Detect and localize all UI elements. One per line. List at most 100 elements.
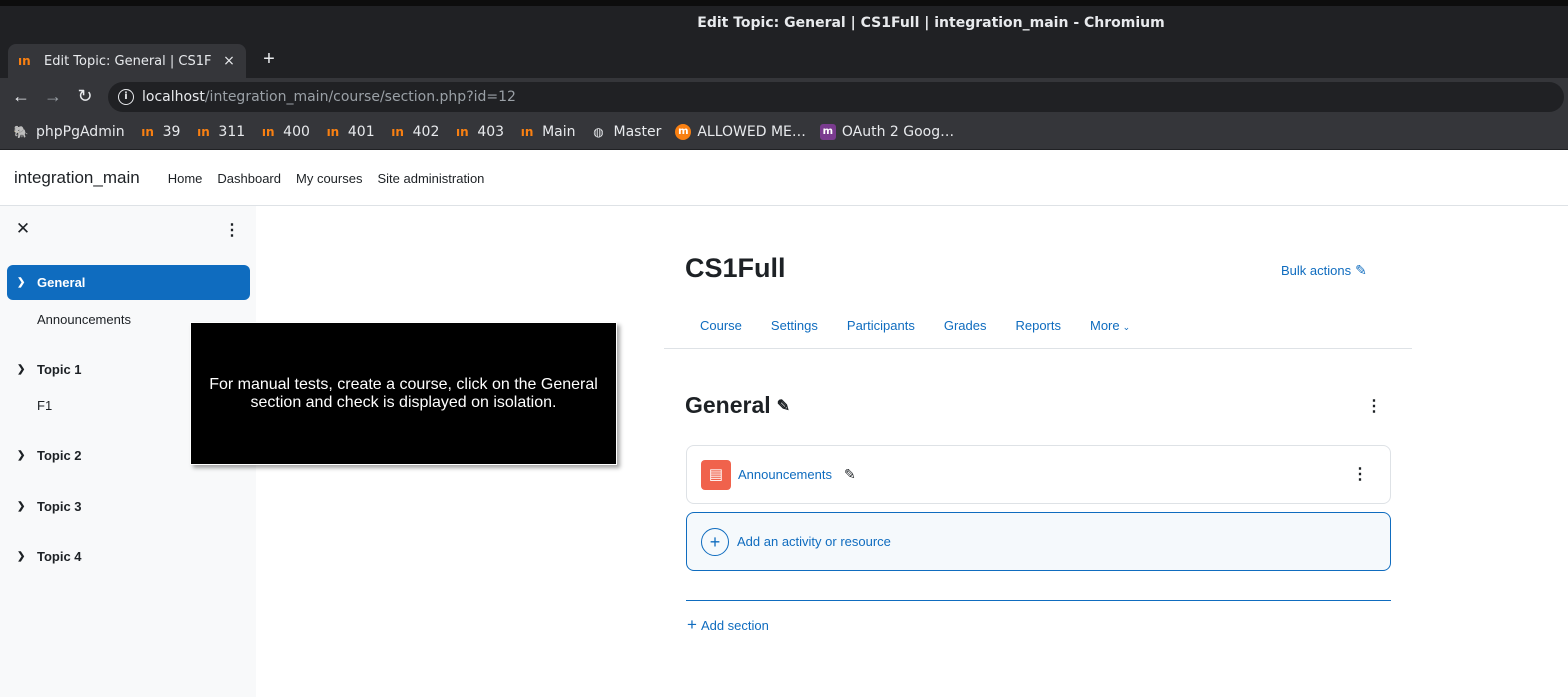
browser-toolbar: ← → ↻ i localhost/integration_main/cours… <box>0 78 1568 115</box>
kebab-menu-icon[interactable]: ⋮ <box>1366 396 1382 416</box>
moodle-icon: ın <box>456 125 469 139</box>
course-index-item-f1[interactable]: F1 <box>37 398 52 413</box>
site-name[interactable]: integration_main <box>14 168 140 188</box>
chevron-down-icon[interactable]: ❯ <box>17 501 27 512</box>
bookmark-402[interactable]: ın 402 <box>389 124 440 140</box>
globe-icon: ◍ <box>593 125 604 139</box>
forum-icon: ▤ <box>701 459 731 490</box>
bookmark-phppgadmin[interactable]: 🐘 phpPgAdmin <box>12 124 125 140</box>
section-label: Topic 1 <box>37 362 82 377</box>
tab-grades[interactable]: Grades <box>944 318 987 333</box>
section-label: Topic 2 <box>37 448 82 463</box>
add-section-label: Add section <box>700 617 769 633</box>
moodle-icon: ın <box>18 54 31 68</box>
nav-site-administration[interactable]: Site administration <box>377 171 484 186</box>
course-index-section-topic-3[interactable]: ❯ Topic 3 <box>7 489 250 524</box>
nav-dashboard[interactable]: Dashboard <box>217 171 281 186</box>
tab-strip: ın Edit Topic: General | CS1F × + <box>0 42 1568 78</box>
bookmark-label: 401 <box>347 124 375 140</box>
plus-icon: + <box>687 615 697 634</box>
bookmark-main[interactable]: ın Main <box>518 124 576 140</box>
pencil-icon[interactable]: ✎ <box>844 466 856 483</box>
bookmark-oauth[interactable]: m OAuth 2 Goog… <box>819 124 955 140</box>
bookmark-311[interactable]: ın 311 <box>194 124 245 140</box>
close-icon[interactable]: ✕ <box>14 220 32 238</box>
moodle-icon: ın <box>326 125 340 139</box>
moodle-icon: ın <box>141 125 154 139</box>
nav-home[interactable]: Home <box>168 171 203 186</box>
section-label: Topic 3 <box>37 499 82 514</box>
tab-settings[interactable]: Settings <box>771 318 818 333</box>
bookmark-label: 39 <box>162 124 181 140</box>
bookmark-401[interactable]: ın 401 <box>324 124 375 140</box>
add-section-button[interactable]: + Add section <box>687 615 769 635</box>
section-divider <box>686 600 1391 601</box>
activity-item: ▤ Announcements ✎ ⋮ <box>686 445 1391 504</box>
moodle-icon: ın <box>197 125 210 139</box>
pencil-icon[interactable]: ✎ <box>777 396 790 416</box>
section-title: General ✎ <box>685 392 790 419</box>
activity-name[interactable]: Announcements <box>738 467 832 482</box>
chevron-down-icon[interactable]: ❯ <box>17 364 27 375</box>
moodle-icon: ın <box>261 125 275 139</box>
section-title-text: General <box>685 392 771 418</box>
tab-title: Edit Topic: General | CS1F <box>44 53 212 69</box>
bookmark-label: 311 <box>218 124 246 140</box>
bookmark-label: phpPgAdmin <box>36 124 125 140</box>
bookmark-label: 403 <box>477 124 505 140</box>
chevron-down-icon[interactable]: ❯ <box>17 450 27 461</box>
bulk-actions-label: Bulk actions <box>1281 263 1352 278</box>
section-label: General <box>37 275 86 290</box>
bookmark-allowed[interactable]: m ALLOWED ME… <box>675 124 806 140</box>
bulk-actions-button[interactable]: Bulk actions ✎ <box>1281 262 1367 279</box>
bookmark-400[interactable]: ın 400 <box>259 124 310 140</box>
chevron-down-icon[interactable]: ❯ <box>17 551 27 562</box>
tab-more[interactable]: More ⌄ <box>1090 318 1130 333</box>
course-secondary-nav: Course Settings Participants Grades Repo… <box>664 303 1412 349</box>
window-title: Edit Topic: General | CS1Full | integrat… <box>697 15 1165 31</box>
add-activity-button[interactable]: + Add an activity or resource <box>686 512 1391 571</box>
course-index-item-announcements[interactable]: Announcements <box>37 312 131 327</box>
course-index-section-topic-4[interactable]: ❯ Topic 4 <box>7 539 250 574</box>
add-activity-label: Add an activity or resource <box>737 534 891 549</box>
info-icon[interactable]: i <box>118 89 134 105</box>
bookmark-label: Master <box>613 124 662 140</box>
bookmark-label: OAuth 2 Goog… <box>841 124 955 140</box>
forward-icon[interactable]: → <box>42 85 64 107</box>
moodle-square-icon: m <box>819 124 836 140</box>
chevron-down-icon: ⌄ <box>1122 322 1131 332</box>
elephant-icon: 🐘 <box>13 125 29 139</box>
bookmark-label: ALLOWED ME… <box>697 124 806 140</box>
section-label: Topic 4 <box>37 549 82 564</box>
course-index-section-general[interactable]: ❯ General <box>7 265 250 300</box>
kebab-menu-icon[interactable]: ⋮ <box>1352 464 1368 484</box>
back-icon[interactable]: ← <box>10 85 32 107</box>
close-icon[interactable]: × <box>222 53 236 69</box>
moodle-circle-icon: m <box>675 124 692 140</box>
pencil-icon: ✎ <box>1355 262 1367 278</box>
page-title: CS1Full <box>685 253 786 283</box>
kebab-menu-icon[interactable]: ⋮ <box>224 222 240 240</box>
new-tab-button[interactable]: + <box>258 49 280 71</box>
bookmark-label: 400 <box>283 124 310 140</box>
moodle-icon: ın <box>520 125 534 139</box>
url-host: localhost <box>142 89 205 105</box>
site-navbar: integration_main Home Dashboard My cours… <box>0 151 1568 206</box>
tour-popup: For manual tests, create a course, click… <box>190 322 617 465</box>
window-titlebar: Edit Topic: General | CS1Full | integrat… <box>0 0 1568 42</box>
tab-participants[interactable]: Participants <box>847 318 915 333</box>
bookmark-master[interactable]: ◍ Master <box>590 124 662 140</box>
browser-tab[interactable]: ın Edit Topic: General | CS1F × <box>8 44 246 78</box>
nav-my-courses[interactable]: My courses <box>296 171 362 186</box>
moodle-icon: ın <box>391 125 404 139</box>
address-bar[interactable]: i localhost/integration_main/course/sect… <box>108 82 1564 112</box>
bookmark-403[interactable]: ın 403 <box>453 124 504 140</box>
bookmarks-bar: 🐘 phpPgAdmin ın 39 ın 311 ın 400 ın 401 ın 402… <box>0 115 1568 150</box>
reload-icon[interactable]: ↻ <box>74 85 96 107</box>
bookmark-label: 402 <box>412 124 440 140</box>
chevron-down-icon[interactable]: ❯ <box>17 277 27 288</box>
bookmark-39[interactable]: ın 39 <box>139 124 181 140</box>
tab-course[interactable]: Course <box>700 318 742 333</box>
tab-reports[interactable]: Reports <box>1015 318 1061 333</box>
tab-more-label: More <box>1090 318 1120 333</box>
